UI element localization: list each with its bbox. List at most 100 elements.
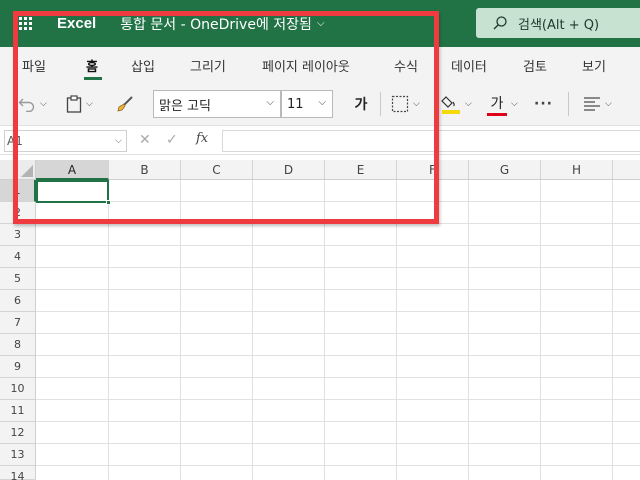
chevron-down-icon: ⌵ bbox=[465, 99, 472, 109]
row-header-10[interactable]: 10 bbox=[0, 378, 36, 400]
font-color-label: 가 bbox=[490, 95, 504, 112]
name-box[interactable]: A1 ⌵ bbox=[4, 130, 127, 152]
grid-line bbox=[36, 399, 640, 400]
tab-page-layout[interactable]: 페이지 레이아웃 bbox=[262, 56, 350, 75]
grid-line bbox=[468, 180, 469, 480]
undo-icon bbox=[18, 98, 35, 112]
tab-review[interactable]: 검토 bbox=[523, 56, 547, 75]
undo-button[interactable]: ⌵ bbox=[18, 93, 47, 115]
grid-line bbox=[36, 355, 640, 356]
chevron-down-icon: ⌵ bbox=[605, 99, 612, 109]
tab-view[interactable]: 보기 bbox=[582, 56, 606, 75]
grid-line bbox=[324, 180, 325, 480]
font-name-select[interactable]: 맑은 고딕 ⌵ bbox=[153, 90, 281, 118]
column-header-c[interactable]: C bbox=[181, 160, 253, 180]
row-header-9[interactable]: 9 bbox=[0, 356, 36, 378]
column-header-d[interactable]: D bbox=[253, 160, 325, 180]
row-header-12[interactable]: 12 bbox=[0, 422, 36, 444]
paintbrush-icon bbox=[117, 96, 133, 112]
chevron-down-icon: ⌵ bbox=[40, 99, 47, 109]
grid-line bbox=[36, 245, 640, 246]
ribbon-tabs: 파일 홈 삽입 그리기 페이지 레이아웃 수식 데이터 검토 보기 bbox=[0, 47, 640, 83]
borders-button[interactable]: ⌵ bbox=[391, 93, 420, 115]
chevron-down-icon: ⌵ bbox=[316, 18, 325, 29]
grid-line bbox=[36, 311, 640, 312]
font-name-value: 맑은 고딕 bbox=[159, 98, 211, 114]
font-color-button[interactable]: 가 ⌵ bbox=[487, 91, 518, 117]
app-name[interactable]: Excel bbox=[57, 15, 96, 32]
active-cell-a1[interactable] bbox=[36, 180, 111, 205]
row-header-6[interactable]: 6 bbox=[0, 290, 36, 312]
grid-line bbox=[252, 180, 253, 480]
tab-insert[interactable]: 삽입 bbox=[131, 56, 155, 75]
document-title[interactable]: 통합 문서 - OneDrive에 저장됨 ⌵ bbox=[120, 14, 324, 34]
paste-button[interactable]: ⌵ bbox=[66, 93, 93, 115]
row-header-4[interactable]: 4 bbox=[0, 246, 36, 268]
tab-file[interactable]: 파일 bbox=[22, 56, 46, 75]
document-title-label: 통합 문서 - OneDrive에 저장됨 bbox=[120, 16, 312, 33]
insert-function-icon[interactable]: fx bbox=[196, 131, 208, 146]
grid-line bbox=[396, 180, 397, 480]
grid-line bbox=[180, 180, 181, 480]
more-options-button[interactable]: ··· bbox=[534, 93, 553, 115]
column-header-e[interactable]: E bbox=[325, 160, 397, 180]
grid-line bbox=[108, 180, 109, 480]
column-header-partial[interactable] bbox=[613, 160, 640, 180]
row-header-7[interactable]: 7 bbox=[0, 312, 36, 334]
row-header-5[interactable]: 5 bbox=[0, 268, 36, 290]
tab-home[interactable]: 홈 bbox=[86, 56, 98, 75]
select-all-triangle-icon bbox=[21, 165, 33, 177]
grid-line bbox=[540, 180, 541, 480]
grid-line bbox=[36, 443, 640, 444]
ribbon-toolbar: ⌵ ⌵ 맑은 고딕 ⌵ 11 ⌵ 가 ⌵ ⌵ 가 ⌵ ··· ⌵ bbox=[0, 83, 640, 126]
format-painter-button[interactable] bbox=[116, 93, 134, 115]
row-header-3[interactable]: 3 bbox=[0, 224, 36, 246]
fill-handle[interactable] bbox=[106, 200, 111, 205]
tab-data[interactable]: 데이터 bbox=[451, 56, 487, 75]
fill-color-icon bbox=[441, 96, 460, 114]
chevron-down-icon: ⌵ bbox=[266, 97, 274, 108]
app-launcher-icon[interactable] bbox=[19, 17, 33, 31]
bold-button[interactable]: 가 bbox=[352, 94, 370, 114]
font-size-value: 11 bbox=[287, 96, 304, 112]
clipboard-icon bbox=[66, 95, 82, 113]
column-header-g[interactable]: G bbox=[469, 160, 541, 180]
font-size-select[interactable]: 11 ⌵ bbox=[281, 90, 333, 118]
name-box-value: A1 bbox=[7, 134, 23, 148]
tab-formulas[interactable]: 수식 bbox=[394, 56, 418, 75]
chevron-down-icon: ⌵ bbox=[318, 97, 326, 108]
grid-line bbox=[36, 377, 640, 378]
font-color-swatch: 가 bbox=[487, 93, 507, 116]
row-header-11[interactable]: 11 bbox=[0, 400, 36, 422]
select-all-corner[interactable] bbox=[0, 160, 36, 180]
cancel-icon[interactable]: ✕ bbox=[139, 132, 151, 148]
align-button[interactable]: ⌵ bbox=[583, 93, 612, 115]
row-header-1[interactable]: 1 bbox=[0, 180, 36, 202]
row-header-8[interactable]: 8 bbox=[0, 334, 36, 356]
grid-line bbox=[36, 465, 640, 466]
row-header-2[interactable]: 2 bbox=[0, 202, 36, 224]
confirm-icon[interactable]: ✓ bbox=[166, 132, 178, 148]
grid-line bbox=[36, 333, 640, 334]
chevron-down-icon: ⌵ bbox=[413, 99, 420, 109]
row-header-14[interactable]: 14 bbox=[0, 466, 36, 480]
search-box[interactable]: 검색(Alt + Q) bbox=[476, 8, 640, 38]
column-header-a[interactable]: A bbox=[36, 160, 109, 180]
formula-input[interactable] bbox=[222, 130, 640, 152]
column-header-h[interactable]: H bbox=[541, 160, 613, 180]
search-placeholder: 검색(Alt + Q) bbox=[518, 17, 600, 33]
column-header-b[interactable]: B bbox=[109, 160, 181, 180]
align-left-icon bbox=[584, 97, 600, 111]
chevron-down-icon: ⌵ bbox=[86, 99, 93, 109]
fill-color-button[interactable]: ⌵ bbox=[441, 91, 472, 117]
row-header-13[interactable]: 13 bbox=[0, 444, 36, 466]
tab-draw[interactable]: 그리기 bbox=[190, 56, 226, 75]
borders-icon bbox=[391, 95, 409, 113]
grid-line bbox=[36, 223, 640, 224]
toolbar-divider bbox=[380, 92, 381, 116]
formula-bar: A1 ⌵ ✕ ✓ fx bbox=[0, 127, 640, 155]
chevron-down-icon: ⌵ bbox=[115, 136, 122, 146]
column-header-f[interactable]: F bbox=[397, 160, 469, 180]
grid-line bbox=[36, 289, 640, 290]
font-color-bar bbox=[487, 112, 507, 116]
